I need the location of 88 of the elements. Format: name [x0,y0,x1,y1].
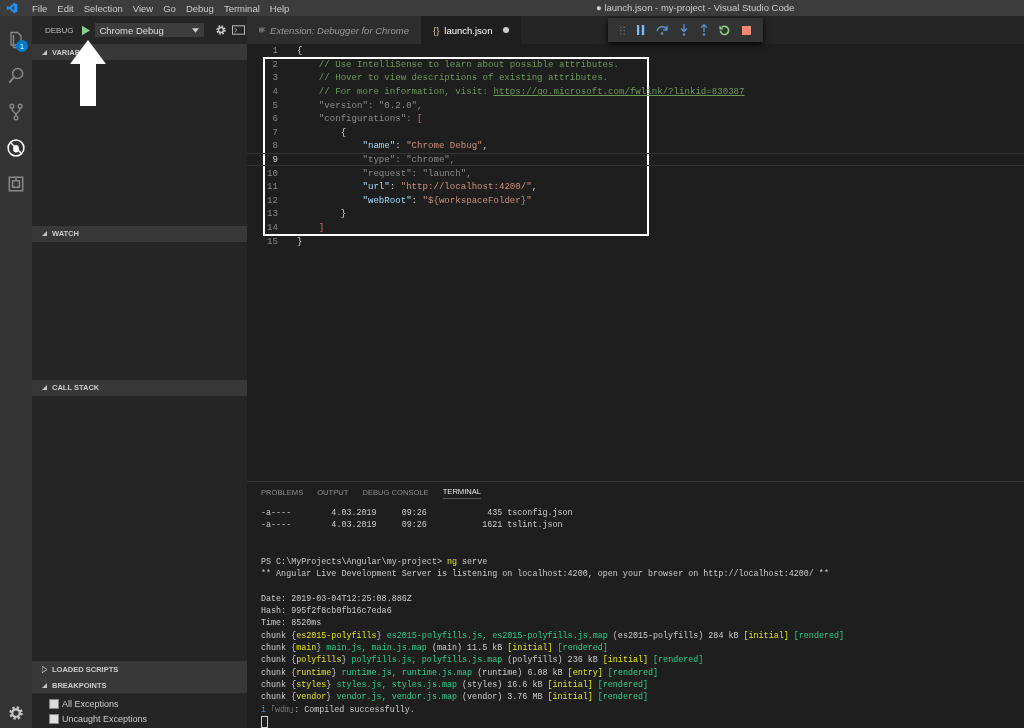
step-over-icon[interactable] [656,25,669,35]
cursor-icon [261,715,268,728]
line-number: 7 [271,126,279,138]
expanded-icon [42,682,47,688]
line-number: 13 [266,208,279,220]
code-line: } [297,235,303,247]
code-line: "webRoot": "${workspaceFolder}" [361,194,532,206]
console-icon[interactable] [232,25,246,35]
menu-item[interactable]: Debug [185,2,214,14]
collapsed-icon [42,665,47,673]
terminal-line: chunk {main} main.js, main.js.map (main) 11.5 kB [initial] [rendered] [261,643,608,654]
code-line: ] [317,222,325,233]
count-badge: 1 [16,40,28,52]
extensions-icon [6,174,26,194]
code-line: // Use IntelliSense to learn about possible attributes. [317,58,619,70]
expanded-icon [42,49,47,55]
line-number: 11 [266,181,279,193]
editor-tab[interactable]: {} launch.json [421,16,522,44]
terminal-line: Date: 2019-03-04T12:25:08.886Z [261,593,412,604]
line-number: 9 [271,154,279,166]
checkbox[interactable] [49,698,59,709]
code-line: "configurations": [ [317,113,423,125]
terminal-line: chunk {runtime} runtime.js, runtime.js.map (runtime) 6.08 kB [entry] [rendered] [261,667,659,678]
lines-icon [259,26,266,34]
breakpoint-item[interactable]: All Exceptions [32,696,247,711]
stop-icon[interactable] [742,25,752,35]
grip-icon[interactable] [619,25,625,35]
code-line: "name": "Chrome Debug", [361,140,489,152]
expanded-icon [42,231,47,236]
menu-item[interactable]: Terminal [223,2,260,14]
code-line: // Hover to view descriptions of existing attributes. [317,72,609,84]
branch-icon [6,102,26,122]
terminal-line: Time: 8520ms [261,618,322,629]
line-number: 14 [266,222,279,233]
window-title: ● launch.json - my-project - Visual Studio Code [596,2,795,13]
terminal-line: i ｢wdm｣: Compiled successfully. [261,704,415,715]
code-text: // For more information, visit: [317,86,489,98]
menu-item[interactable]: File [32,2,48,14]
line-number: 1 [271,45,279,57]
terminal-line: chunk {vendor} vendor.js, vendor.js.map (vendor) 3.76 MB [initial] [rendered] [261,692,649,703]
terminal-line: -a---- 4.03.2019 09:26 1621 tslint.json [261,520,563,531]
activity-item[interactable]: 1 [0,22,32,58]
menu-item[interactable]: Help [269,2,290,14]
search-icon [6,66,26,86]
terminal-line: PS C:\MyProjects\Angular\my-project> ng serve [261,557,488,567]
app-logo-icon [6,2,18,14]
line-number: 6 [271,113,279,125]
code-line: "url": "http://localhost:4200/", [361,181,538,193]
menu-item[interactable]: View [132,2,154,14]
checkbox[interactable] [49,713,59,724]
step-out-icon[interactable] [699,24,708,36]
code-line: { [339,126,347,138]
braces-icon: {} [433,24,440,36]
terminal-line: Hash: 995f2f8cb0fb16c7eda6 [261,606,392,617]
code-line: "version": "0.2.0", [317,99,423,111]
menu-item[interactable]: Edit [57,2,74,14]
line-number: 3 [271,72,279,84]
code-line: "type": "chrome", [361,154,456,166]
settings-icon[interactable] [7,704,25,722]
line-number: 10 [266,167,279,179]
caret-icon [192,27,200,33]
configuration-dropdown[interactable]: Chrome Debug [95,23,205,37]
settings-icon[interactable] [215,24,228,36]
terminal-line: -a---- 4.03.2019 09:26 435 tsconfig.json [261,507,573,518]
breakpoint-item[interactable]: Uncaught Exceptions [32,711,247,726]
line-number: 4 [271,86,279,98]
menu-item[interactable]: Go [163,2,176,14]
terminal-line: chunk {styles} styles.js, styles.js.map (styles) 16.6 kB [initial] [rendered] [261,679,649,690]
editor-tab[interactable]: Extension: Debugger for Chrome [247,16,421,44]
line-number: 2 [271,58,279,70]
step-into-icon[interactable] [679,24,688,36]
code-line: { [297,45,303,57]
expanded-icon [42,385,47,391]
pause-icon[interactable] [636,25,645,35]
menu-item[interactable]: Selection [83,2,123,14]
line-number: 8 [271,140,279,152]
no-bug-icon [6,138,26,158]
code-line: } [339,208,347,220]
line-number: 12 [266,194,279,206]
restart-icon[interactable] [719,24,731,36]
terminal-line: ** Angular Live Development Server is listening on localhost:4200, open your browser on http://localhost:4200/ ** [261,569,829,580]
code-line: "request": "launch", [361,167,472,179]
line-number: 15 [266,235,279,247]
terminal-line: chunk {polyfills} polyfills.js, polyfills.js.map (polyfills) 236 kB [initial] [rendered] [261,655,704,666]
terminal-line: chunk {es2015-polyfills} es2015-polyfills.js, es2015-polyfills.js.map (es2015-polyfills) 284 kB [initial] [rendered] [261,630,845,641]
play-icon[interactable] [82,24,91,36]
line-number: 5 [271,99,279,111]
sidebar-title: DEBUG [45,25,74,35]
